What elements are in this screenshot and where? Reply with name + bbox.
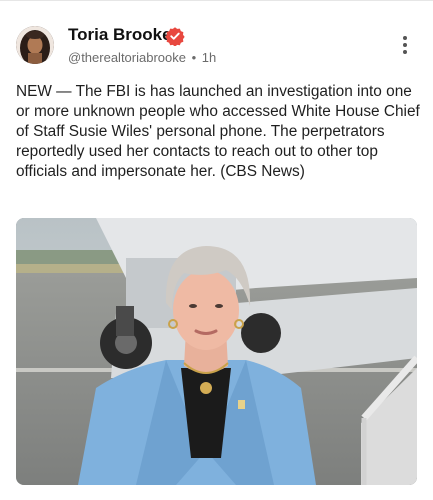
author-name[interactable]: Toria Brooke [68,25,172,45]
author-handle[interactable]: @therealtoriabrooke [68,50,186,65]
more-vertical-icon [399,36,411,54]
post-header: Toria Brooke @therealtoriabrooke • 1h [16,22,417,68]
verified-badge-icon [165,27,185,46]
separator-dot: • [191,50,197,65]
post-time[interactable]: 1h [202,50,216,65]
avatar[interactable] [16,26,54,64]
post-text: NEW — The FBI is has launched an investi… [16,83,420,180]
top-divider [0,0,433,1]
more-options-button[interactable] [399,36,411,58]
handle-line: @therealtoriabrooke • 1h [68,50,218,65]
post-image[interactable] [16,218,417,485]
